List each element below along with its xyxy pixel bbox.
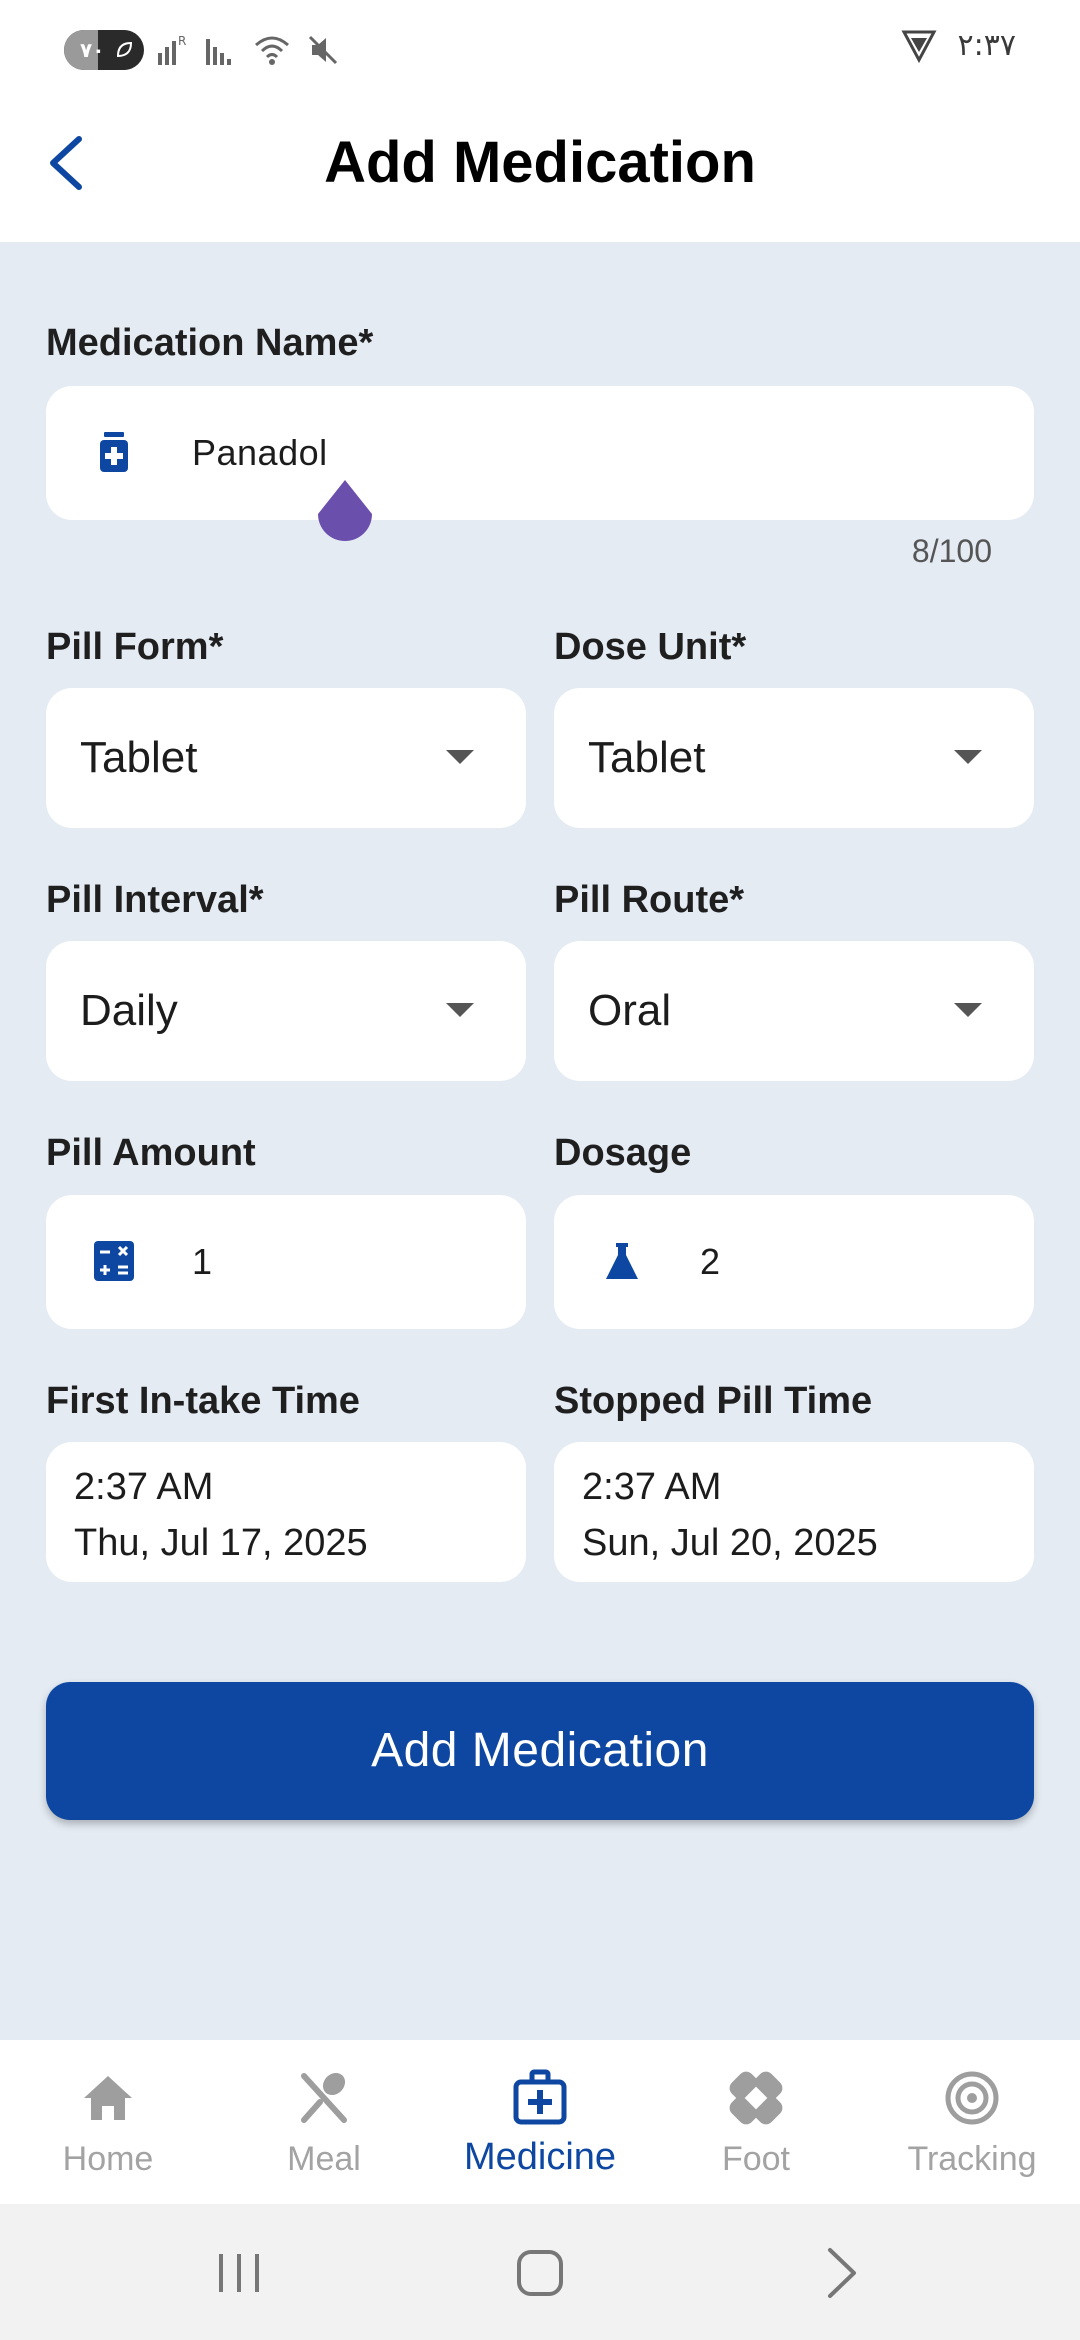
flask-icon [606,1243,638,1279]
dosage-input[interactable]: 2 [554,1195,1034,1329]
target-icon [945,2071,999,2125]
signal-icon [206,39,231,65]
add-medication-button[interactable]: Add Medication [46,1682,1034,1820]
back-nav-icon[interactable] [806,2238,876,2308]
dropdown-arrow-icon [954,750,982,764]
bandage-icon [729,2071,783,2125]
svg-text:R: R [178,34,186,48]
battery-percent: ٧٠ [80,38,105,62]
dose-unit-value: Tablet [588,733,706,782]
stopped-pill-time-label: Stopped Pill Time [554,1380,873,1422]
first-intake-date-value: Thu, Jul 17, 2025 [74,1522,368,1564]
recent-apps-icon[interactable] [204,2238,274,2308]
app-bar: Add Medication [0,100,1080,242]
status-time: ٢:٣٧ [957,27,1016,63]
pill-form-select[interactable]: Tablet [46,688,526,828]
medication-name-value: Panadol [192,432,328,473]
wifi-icon [255,36,289,65]
bottom-navigation: Home Meal Medicine Foot Tracking [0,2040,1080,2204]
pill-interval-label: Pill Interval* [46,879,264,921]
nav-label-foot: Foot [721,2140,791,2178]
power-saving-icon [116,41,133,58]
battery-indicator: ٧٠ [64,30,144,70]
nav-item-foot[interactable]: Foot [648,2040,864,2204]
nav-label-home: Home [62,2140,154,2178]
vpn-shield-icon [901,30,937,64]
dropdown-arrow-icon [954,1003,982,1017]
character-counter: 8/100 [911,533,992,569]
medical-kit-icon [513,2069,567,2125]
system-navigation-bar [0,2204,1080,2340]
dose-unit-label: Dose Unit* [554,626,747,668]
medication-name-label: Medication Name* [46,322,374,364]
nav-item-medicine[interactable]: Medicine [432,2040,648,2204]
nav-item-tracking[interactable]: Tracking [864,2040,1080,2204]
nav-label-medicine: Medicine [463,2136,617,2178]
stopped-pill-time-value: 2:37 AM [582,1466,722,1508]
home-icon [84,2076,132,2120]
pill-form-label: Pill Form* [46,626,224,668]
home-button-icon[interactable] [505,2238,575,2308]
pill-route-select[interactable]: Oral [554,941,1034,1081]
dose-unit-select[interactable]: Tablet [554,688,1034,828]
nav-item-home[interactable]: Home [0,2040,216,2204]
nav-label-tracking: Tracking [907,2140,1037,2178]
pill-route-label: Pill Route* [554,879,745,921]
pill-interval-value: Daily [80,986,178,1035]
dropdown-arrow-icon [446,1003,474,1017]
nav-item-meal[interactable]: Meal [216,2040,432,2204]
fork-spoon-icon [301,2072,347,2123]
pill-interval-select[interactable]: Daily [46,941,526,1081]
nav-label-meal: Meal [287,2140,361,2178]
signal-roaming-icon: R [158,34,186,65]
calculator-icon [94,1241,134,1281]
dosage-label: Dosage [554,1132,692,1174]
page-title: Add Medication [324,130,756,195]
pill-route-value: Oral [588,986,672,1035]
pill-amount-value: 1 [192,1241,213,1282]
stopped-pill-date-value: Sun, Jul 20, 2025 [582,1522,878,1564]
first-intake-time-picker[interactable]: 2:37 AM Thu, Jul 17, 2025 [46,1442,526,1582]
medication-name-input[interactable]: Panadol [46,386,1034,520]
pill-amount-label: Pill Amount [46,1132,256,1174]
first-intake-time-value: 2:37 AM [74,1466,214,1508]
pill-form-value: Tablet [80,733,198,782]
pill-amount-input[interactable]: 1 [46,1195,526,1329]
stopped-pill-time-picker[interactable]: 2:37 AM Sun, Jul 20, 2025 [554,1442,1034,1582]
status-bar: ٧٠ R ٢:٣٧ [0,0,1080,100]
dropdown-arrow-icon [446,750,474,764]
dosage-value: 2 [700,1241,721,1282]
text-cursor-handle[interactable] [314,478,376,552]
medicine-bottle-icon [100,432,128,472]
first-intake-time-label: First In-take Time [46,1380,360,1422]
mute-icon [308,35,338,65]
